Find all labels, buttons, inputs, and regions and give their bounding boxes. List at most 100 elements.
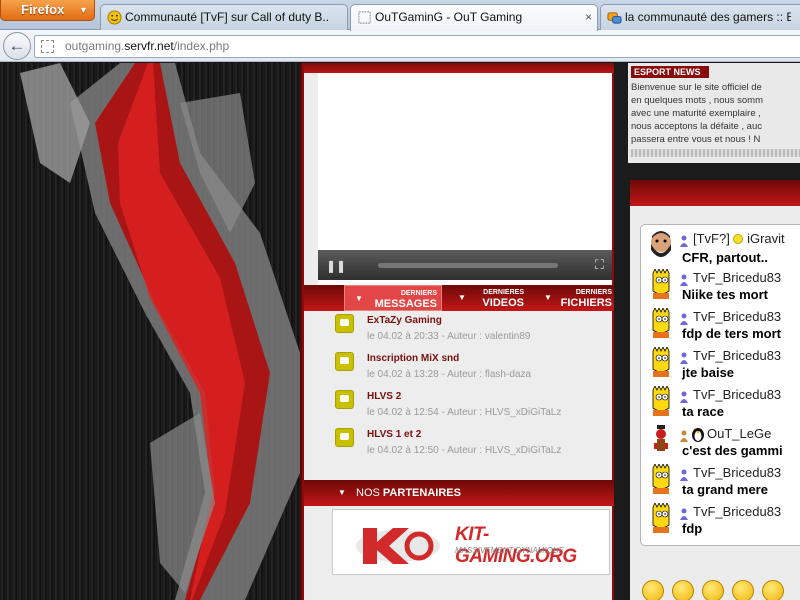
url-bar[interactable]: outgaming.servfr.net/index.php <box>34 35 800 58</box>
url-path: /index.php <box>173 39 230 53</box>
news-line: avec une maturité exemplaire , <box>631 108 761 119</box>
url-prefix: outgaming. <box>65 39 125 53</box>
forum-icon <box>607 12 622 24</box>
message-meta: le 04.02 à 12:54 - Auteur : HLVS_xDiGiTa… <box>367 407 562 418</box>
shout-username-text: [TvF?] <box>693 231 730 246</box>
navigation-bar: ← outgaming.servfr.net/index.php <box>0 30 800 62</box>
wink-smiley-icon[interactable] <box>702 580 724 600</box>
message-bubble-icon <box>335 352 354 371</box>
shout-item: TvF_Bricedu83 fdp de ters mort <box>641 307 800 346</box>
esport-news-box: ESPORT NEWS Bienvenue sur le site offici… <box>628 63 800 163</box>
bart-simpson-avatar-icon <box>652 347 670 377</box>
site-identity-icon[interactable] <box>41 40 54 53</box>
list-item[interactable]: HLVS 1 et 2 le 04.02 à 12:50 - Auteur : … <box>304 425 616 465</box>
center-column: ❚❚ ⛶ ▼ DERNIERS MESSAGES ▼ DERNIERES VID… <box>302 63 616 600</box>
close-tab-icon[interactable]: × <box>585 5 592 29</box>
message-title-link[interactable]: Inscription MiX snd <box>367 353 459 364</box>
sad-smiley-icon[interactable] <box>762 580 784 600</box>
bart-simpson-avatar-icon <box>652 308 670 338</box>
chevron-down-icon: ▼ <box>79 5 88 15</box>
user-pawn-icon <box>680 469 688 481</box>
shout-text: jte baise <box>682 365 735 380</box>
shout-username[interactable]: TvF_Bricedu83 <box>693 309 781 324</box>
tab-outgaming[interactable]: OuTGaminG - OuT Gaming × <box>350 4 598 31</box>
user-pawn-icon <box>680 274 688 286</box>
message-meta: le 04.02 à 12:50 - Auteur : HLVS_xDiGiTa… <box>367 445 562 456</box>
news-line: en quelques mots , nous somm <box>631 95 764 106</box>
partners-header: ▼ NOS PARTENAIRES <box>304 480 616 506</box>
shout-item: [TvF?] iGravit CFR, partout.. <box>641 229 800 268</box>
partners-title-bold: PARTENAIRES <box>382 487 461 499</box>
tab-label: Communauté [TvF] sur Call of duty B... <box>125 10 329 24</box>
fullscreen-icon[interactable]: ⛶ <box>595 257 604 273</box>
message-title-link[interactable]: HLVS 2 <box>367 391 401 402</box>
news-line: nous acceptons la défaite , auc <box>631 121 762 132</box>
surprised-smiley-icon[interactable] <box>732 580 754 600</box>
message-meta: le 04.02 à 20:33 - Auteur : valentin89 <box>367 331 531 342</box>
shout-item: TvF_Bricedu83 ta race <box>641 385 800 424</box>
list-item[interactable]: HLVS 2 le 04.02 à 12:54 - Auteur : HLVS_… <box>304 387 616 427</box>
tab-communaute-tvf[interactable]: Communauté [TvF] sur Call of duty B... <box>100 4 348 30</box>
user-pawn-icon <box>680 508 688 520</box>
smiley-icon[interactable] <box>642 580 664 600</box>
shout-item: TvF_Bricedu83 jte baise <box>641 346 800 385</box>
pause-icon[interactable]: ❚❚ <box>326 259 346 273</box>
url-host: servfr.net <box>124 39 174 53</box>
list-item[interactable]: Inscription MiX snd le 04.02 à 13:28 - A… <box>304 349 616 389</box>
shout-username[interactable]: TvF_Bricedu83 <box>693 348 781 363</box>
shoutbox: [TvF?] iGravit CFR, partout.. TvF_Briced… <box>640 224 800 546</box>
kit-gaming-logo <box>356 528 440 564</box>
shout-text: fdp de ters mort <box>682 326 781 341</box>
shout-text: ta race <box>682 404 724 419</box>
tab-communaute-gamers[interactable]: la communauté des gamers :: Bie <box>600 4 800 30</box>
message-bubble-icon <box>335 428 354 447</box>
caret-down-icon: ▼ <box>355 294 363 303</box>
shout-item: TvF_Bricedu83 Niike tes mort <box>641 268 800 307</box>
back-arrow-icon[interactable]: ← <box>3 32 31 60</box>
shout-username[interactable]: TvF_Bricedu83 <box>693 387 781 402</box>
shout-text: c'est des gammi <box>682 443 783 458</box>
news-heading: ESPORT NEWS <box>631 66 709 78</box>
tab-small-label: DERNIERS <box>575 289 612 296</box>
news-line: passera entre vous et nous ! N <box>631 134 761 145</box>
news-line: Bienvenue sur le site officiel de <box>631 82 762 93</box>
shout-username[interactable]: [TvF?] iGravit <box>693 231 785 246</box>
message-title-link[interactable]: HLVS 1 et 2 <box>367 429 421 440</box>
tab-derniers-messages[interactable]: ▼ DERNIERS MESSAGES <box>344 285 442 311</box>
tab-big-label: VIDEOS <box>482 297 524 309</box>
shout-username[interactable]: TvF_Bricedu83 <box>693 504 781 519</box>
grin-smiley-icon[interactable] <box>672 580 694 600</box>
shout-username-2: iGravit <box>747 231 785 246</box>
url-text: outgaming.servfr.net/index.php <box>65 39 229 53</box>
red-claw-artwork-image <box>20 63 300 600</box>
bearded-man-avatar-icon <box>651 231 671 257</box>
user-pawn-icon <box>680 313 688 325</box>
top-red-bar <box>304 63 616 73</box>
kit-gaming-banner[interactable]: KIT-GAMING.ORG MASSIVEMENT DYNAMIQUE <box>332 509 610 575</box>
user-pawn-icon <box>680 352 688 364</box>
list-item[interactable]: ExTaZy Gaming le 04.02 à 20:33 - Auteur … <box>304 311 616 351</box>
latest-messages-list: ExTaZy Gaming le 04.02 à 20:33 - Auteur … <box>304 311 616 471</box>
tab-dernieres-videos[interactable]: ▼ DERNIERES VIDEOS <box>458 285 526 311</box>
tab-label: la communauté des gamers :: Bie <box>625 10 791 24</box>
firefox-menu-button[interactable]: Firefox ▼ <box>0 0 95 21</box>
web-page: ❚❚ ⛶ ▼ DERNIERS MESSAGES ▼ DERNIERES VID… <box>0 63 800 600</box>
smiley-face-icon <box>107 10 122 25</box>
media-tabs: ▼ DERNIERS MESSAGES ▼ DERNIERES VIDEOS ▼… <box>304 285 616 311</box>
shout-username[interactable]: TvF_Bricedu83 <box>693 465 781 480</box>
shout-item: OuT_LeGe c'est des gammi <box>641 424 800 463</box>
tab-label: OuTGaminG - OuT Gaming <box>375 10 523 24</box>
tab-big-label: FICHIERS <box>560 297 612 309</box>
message-title-link[interactable]: ExTaZy Gaming <box>367 315 442 326</box>
message-bubble-icon <box>335 314 354 333</box>
tab-derniers-fichiers[interactable]: ▼ DERNIERS FICHIERS <box>544 285 614 311</box>
user-pawn-icon <box>680 430 688 442</box>
status-icon <box>733 234 744 244</box>
shout-username[interactable]: TvF_Bricedu83 <box>693 270 781 285</box>
shout-username[interactable]: OuT_LeGe <box>707 426 771 441</box>
partners-title: NOS PARTENAIRES <box>356 487 461 499</box>
shout-item: TvF_Bricedu83 fdp <box>641 502 800 541</box>
video-seek-bar[interactable] <box>378 263 558 268</box>
news-scrollbar[interactable] <box>631 149 800 157</box>
banner-tagline: MASSIVEMENT DYNAMIQUE <box>455 546 564 555</box>
